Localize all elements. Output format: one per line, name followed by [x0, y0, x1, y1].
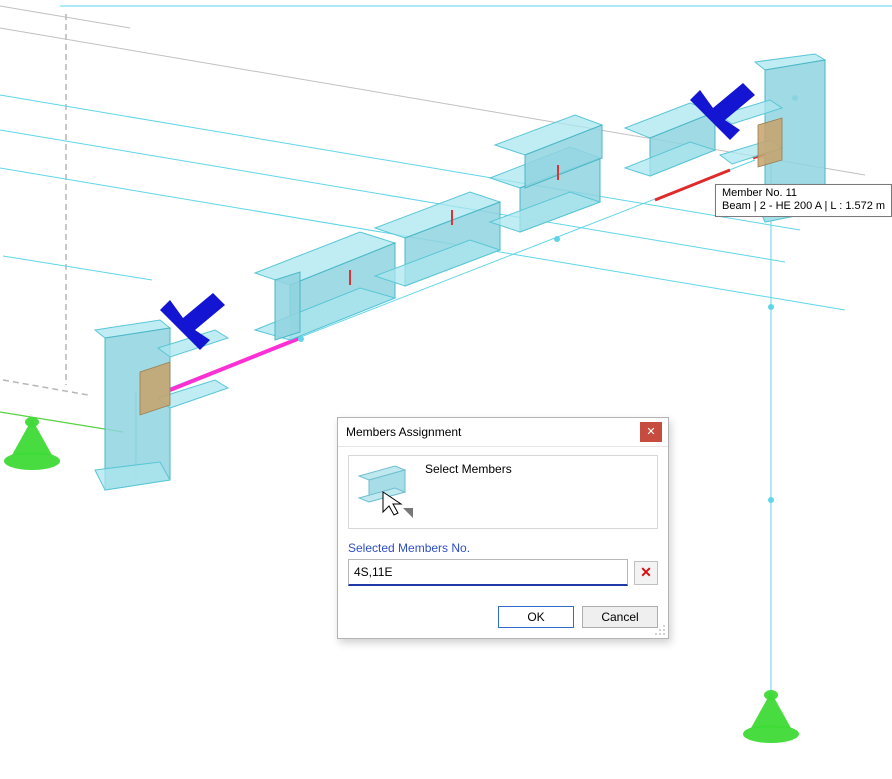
support-right — [743, 690, 799, 743]
clear-selection-button[interactable]: ✕ — [634, 561, 658, 585]
column-connection-left[interactable] — [95, 320, 228, 490]
select-members-label: Select Members — [425, 462, 512, 476]
x-icon: ✕ — [640, 564, 652, 581]
beam-segment-3[interactable] — [490, 115, 602, 232]
tooltip-line2: Beam | 2 - HE 200 A | L : 1.572 m — [722, 200, 885, 213]
dialog-title-text: Members Assignment — [346, 425, 461, 439]
beam-segment-4[interactable] — [625, 103, 715, 176]
ok-button[interactable]: OK — [498, 606, 574, 628]
cancel-button[interactable]: Cancel — [582, 606, 658, 628]
selected-members-input[interactable] — [348, 559, 628, 586]
dialog-titlebar[interactable]: Members Assignment ✕ — [338, 418, 668, 447]
beam-segment-2[interactable] — [375, 192, 500, 286]
model-viewport[interactable] — [0, 0, 892, 779]
tooltip-line1: Member No. 11 — [722, 187, 885, 200]
member-tooltip: Member No. 11 Beam | 2 - HE 200 A | L : … — [715, 184, 892, 217]
selected-members-section-label: Selected Members No. — [348, 541, 658, 555]
close-icon: ✕ — [646, 427, 655, 438]
dialog-close-button[interactable]: ✕ — [640, 422, 662, 442]
select-members-panel: Select Members — [348, 455, 658, 529]
support-left — [4, 417, 60, 470]
select-members-icon[interactable] — [355, 462, 415, 518]
members-assignment-dialog[interactable]: Members Assignment ✕ Select Members — [337, 417, 669, 639]
resize-grip-icon[interactable] — [654, 624, 666, 636]
beam-segment-1[interactable] — [255, 232, 395, 340]
